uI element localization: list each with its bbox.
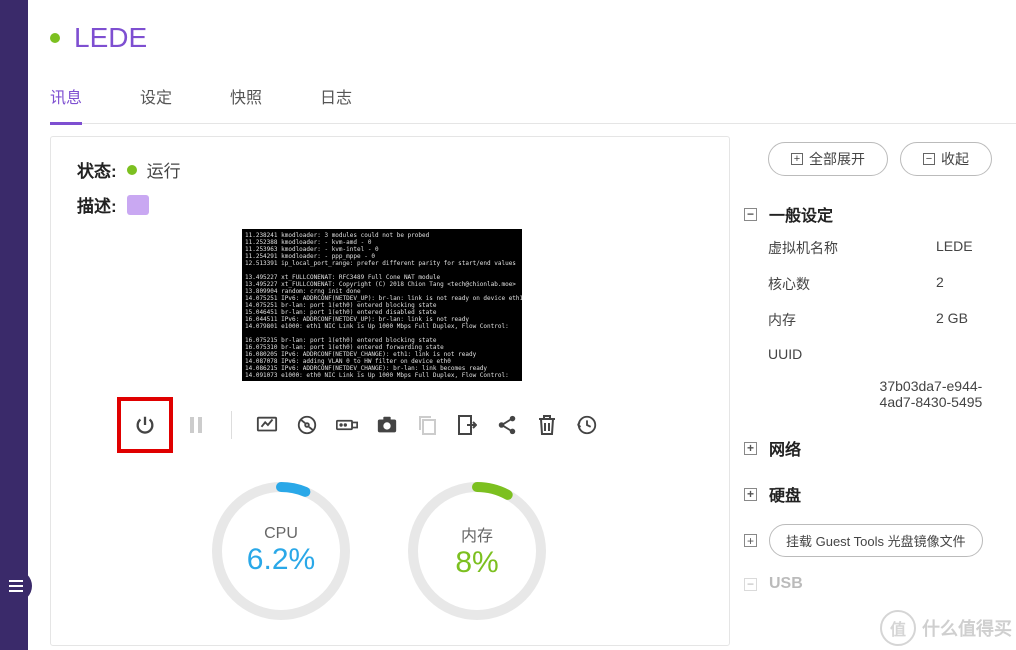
memory-value: 8% <box>455 546 498 580</box>
section-usb[interactable]: − USB <box>744 571 1016 597</box>
collapse-icon: − <box>744 208 757 221</box>
power-icon[interactable] <box>134 414 156 436</box>
expand-icon: + <box>744 534 757 547</box>
kv-mem-k: 内存 <box>768 310 936 330</box>
kv-vmname-v: LEDE <box>936 238 973 258</box>
tab-snapshot[interactable]: 快照 <box>230 84 262 123</box>
section-disk-title: 硬盘 <box>769 482 801 506</box>
kv-vmname-k: 虚拟机名称 <box>768 238 936 258</box>
kv-uuid-k: UUID <box>768 346 936 362</box>
memory-gauge: 内存 8% <box>403 477 551 625</box>
section-general-title: 一般设定 <box>769 202 833 226</box>
info-panel: 状态 运行 描述 11.238241 kmodloader: 3 modules… <box>50 136 730 646</box>
collapse-all-button[interactable]: − 收起 <box>900 142 992 176</box>
watermark-text: 什么值得买 <box>922 615 1012 641</box>
cpu-label: CPU <box>264 525 298 543</box>
status-dot <box>50 33 60 43</box>
details-panel: + 全部展开 − 收起 − 一般设定 虚拟机名称LEDE 核心数2 内存 <box>730 136 1016 646</box>
history-icon[interactable] <box>576 414 598 436</box>
section-disk[interactable]: + 硬盘 <box>744 478 1016 510</box>
share-icon[interactable] <box>496 414 518 436</box>
display-icon[interactable] <box>256 414 278 436</box>
rail-menu-toggle[interactable] <box>0 570 32 602</box>
tab-info[interactable]: 讯息 <box>50 84 82 125</box>
status-label: 状态 <box>77 157 117 182</box>
vm-toolbar <box>117 397 703 453</box>
expand-icon: + <box>744 488 757 501</box>
tab-log[interactable]: 日志 <box>320 84 352 123</box>
expand-icon: − <box>744 578 757 591</box>
watermark: 值 什么值得买 <box>880 610 1012 646</box>
tab-settings[interactable]: 设定 <box>140 84 172 123</box>
section-usb-title: USB <box>769 575 803 593</box>
console-preview[interactable]: 11.238241 kmodloader: 3 modules could no… <box>242 229 522 381</box>
watermark-icon: 值 <box>880 610 916 646</box>
export-icon[interactable] <box>456 414 478 436</box>
toolbar-separator <box>231 411 232 439</box>
cpu-gauge: CPU 6.2% <box>207 477 355 625</box>
memory-label: 内存 <box>461 522 493 546</box>
cpu-value: 6.2% <box>247 543 315 577</box>
status-value: 运行 <box>147 157 181 182</box>
left-rail <box>0 0 28 650</box>
description-label: 描述 <box>77 192 117 217</box>
comment-icon[interactable] <box>127 195 149 215</box>
page-title: LEDE <box>74 22 147 54</box>
running-dot <box>127 165 137 175</box>
pause-icon[interactable] <box>185 414 207 436</box>
expand-all-button[interactable]: + 全部展开 <box>768 142 888 176</box>
disc-icon[interactable] <box>296 414 318 436</box>
section-network-title: 网络 <box>769 436 801 460</box>
power-button-highlight <box>117 397 173 453</box>
trash-icon[interactable] <box>536 414 558 436</box>
mount-guest-tools-button[interactable]: 挂载 Guest Tools 光盘镜像文件 <box>769 524 983 557</box>
kv-mem-v: 2 GB <box>936 310 968 330</box>
section-general[interactable]: − 一般设定 <box>744 198 1016 230</box>
section-network[interactable]: + 网络 <box>744 432 1016 464</box>
collapse-all-label: 收起 <box>941 149 969 169</box>
tabs-bar: 讯息 设定 快照 日志 <box>50 84 1016 124</box>
kv-cores-k: 核心数 <box>768 274 936 294</box>
kv-uuid2-k <box>768 378 880 410</box>
copy-icon[interactable] <box>416 414 438 436</box>
expand-all-label: 全部展开 <box>809 149 865 169</box>
minus-icon: − <box>923 153 935 165</box>
expand-icon: + <box>744 442 757 455</box>
kv-uuid2-v: 37b03da7-e944-4ad7-8430-5495 <box>880 378 1016 410</box>
camera-icon[interactable] <box>376 414 398 436</box>
kv-cores-v: 2 <box>936 274 944 294</box>
plus-icon: + <box>791 153 803 165</box>
usb-icon[interactable] <box>336 414 358 436</box>
